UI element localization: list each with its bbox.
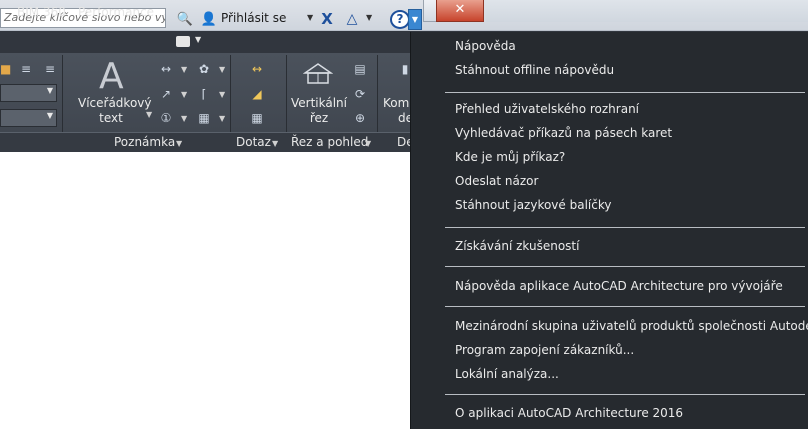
layer-combo[interactable]: ▼	[0, 84, 57, 102]
menu-item-user-group[interactable]: Mezinárodní skupina uživatelů produktů s…	[455, 319, 808, 333]
menu-item-about[interactable]: O aplikaci AutoCAD Architecture 2016	[455, 406, 683, 420]
help-chevron-down-icon[interactable]: ▼	[408, 9, 422, 30]
vertical-section-label[interactable]: Vertikální	[288, 96, 350, 110]
sign-in-button[interactable]: Přihlásit se	[221, 11, 286, 25]
close-window-button[interactable]: ✕	[436, 0, 484, 22]
panel-title-query[interactable]: Dotaz	[236, 135, 271, 149]
callout-icon[interactable]: ①	[158, 111, 174, 125]
menu-item-help[interactable]: Nápověda	[455, 39, 516, 53]
layer-combo-chevron-down-icon[interactable]: ▼	[47, 86, 53, 95]
tab-performance[interactable]: Performance	[78, 5, 154, 19]
distance-icon[interactable]: ↔	[249, 62, 265, 76]
restore-window-button[interactable]	[423, 0, 437, 22]
annotation-panel-chevron-down-icon[interactable]: ▼	[176, 139, 182, 148]
leader-icon[interactable]: ↗	[158, 87, 174, 101]
menu-item-customer-involvement[interactable]: Program zapojení zákazníků...	[455, 343, 634, 357]
section-page-icon[interactable]: ▤	[352, 62, 368, 76]
menu-item-download-language-packs[interactable]: Stáhnout jazykové balíčky	[455, 198, 611, 212]
autodesk-360-icon[interactable]: △	[343, 10, 361, 28]
user-icon[interactable]: 👤	[200, 10, 218, 28]
panel-title-annotation[interactable]: Poznámka	[114, 135, 175, 149]
area-icon[interactable]: ◢	[249, 87, 265, 101]
layer-match-icon[interactable]: ≡	[42, 62, 58, 76]
menu-item-desktop-analytics[interactable]: Lokální analýza...	[455, 367, 559, 381]
table-chevron-down-icon[interactable]: ▼	[219, 114, 225, 123]
panel-title-section[interactable]: Řez a pohled	[291, 135, 368, 149]
multiline-text-label[interactable]: Víceřádkový	[78, 96, 152, 110]
menu-item-where-is-my-command[interactable]: Kde je můj příkaz?	[455, 150, 565, 164]
help-dropdown-menu: Nápověda Stáhnout offline nápovědu Přehl…	[410, 32, 808, 429]
style-combo[interactable]: ▼	[0, 109, 57, 127]
style-combo-chevron-down-icon[interactable]: ▼	[47, 111, 53, 120]
menu-separator	[445, 92, 805, 93]
leader-chevron-down-icon[interactable]: ▼	[181, 90, 187, 99]
multiline-text-icon[interactable]: A	[99, 56, 124, 97]
ribbon-minimize-chevron-down-icon[interactable]: ▼	[195, 35, 201, 44]
vertical-section-label-line2[interactable]: řez	[288, 111, 350, 125]
menu-separator	[445, 227, 805, 228]
menu-separator	[445, 306, 805, 307]
sign-in-chevron-down-icon[interactable]: ▼	[307, 13, 313, 22]
dimension-icon[interactable]: ↔	[158, 62, 174, 76]
menu-separator	[445, 266, 805, 267]
tab-bim-360[interactable]: BIM 360	[17, 5, 66, 19]
menu-item-command-locator[interactable]: Vyhledávač příkazů na pásech karet	[455, 126, 672, 140]
help-icon[interactable]: ?	[390, 10, 410, 29]
bracket-icon[interactable]: ⌈	[196, 87, 212, 101]
cloud-icon[interactable]: ✿	[196, 62, 212, 76]
dimension-chevron-down-icon[interactable]: ▼	[181, 65, 187, 74]
menu-item-send-feedback[interactable]: Odeslat názor	[455, 174, 538, 188]
app-window: Zadejte klíčové slovo nebo výraz. 🔍 👤 Př…	[0, 0, 808, 429]
autodesk-exchange-icon[interactable]: X	[318, 10, 336, 28]
menu-item-learning[interactable]: Získávání zkušeností	[455, 239, 579, 253]
menu-item-developer-help[interactable]: Nápověda aplikace AutoCAD Architecture p…	[455, 279, 783, 293]
ribbon-minimize-icon[interactable]	[176, 36, 190, 47]
vertical-section-icon[interactable]	[303, 62, 333, 84]
window-frame	[486, 0, 808, 22]
cloud-chevron-down-icon[interactable]: ▼	[219, 65, 225, 74]
autodesk-360-chevron-down-icon[interactable]: ▼	[366, 13, 372, 22]
calculator-icon[interactable]: ▦	[249, 111, 265, 125]
menu-separator	[445, 394, 805, 395]
section-plane-icon[interactable]: ⊕	[352, 111, 368, 125]
bracket-chevron-down-icon[interactable]: ▼	[219, 90, 225, 99]
table-icon[interactable]: ▦	[196, 111, 212, 125]
component-icon[interactable]: ▮	[400, 62, 410, 76]
multiline-text-label-line2[interactable]: text	[78, 111, 144, 125]
section-rotate-icon[interactable]: ⟳	[352, 87, 368, 101]
query-panel-chevron-down-icon[interactable]: ▼	[272, 139, 278, 148]
callout-chevron-down-icon[interactable]: ▼	[181, 114, 187, 123]
menu-item-download-offline-help[interactable]: Stáhnout offline nápovědu	[455, 63, 614, 77]
layer-icon[interactable]: ■	[0, 62, 11, 76]
layer-states-icon[interactable]: ≡	[18, 62, 34, 76]
multiline-text-chevron-down-icon[interactable]: ▼	[146, 110, 152, 119]
menu-item-ui-overview[interactable]: Přehled uživatelského rozhraní	[455, 102, 639, 116]
binoculars-icon[interactable]: 🔍	[174, 10, 196, 28]
section-panel-chevron-down-icon[interactable]: ▼	[365, 139, 371, 148]
